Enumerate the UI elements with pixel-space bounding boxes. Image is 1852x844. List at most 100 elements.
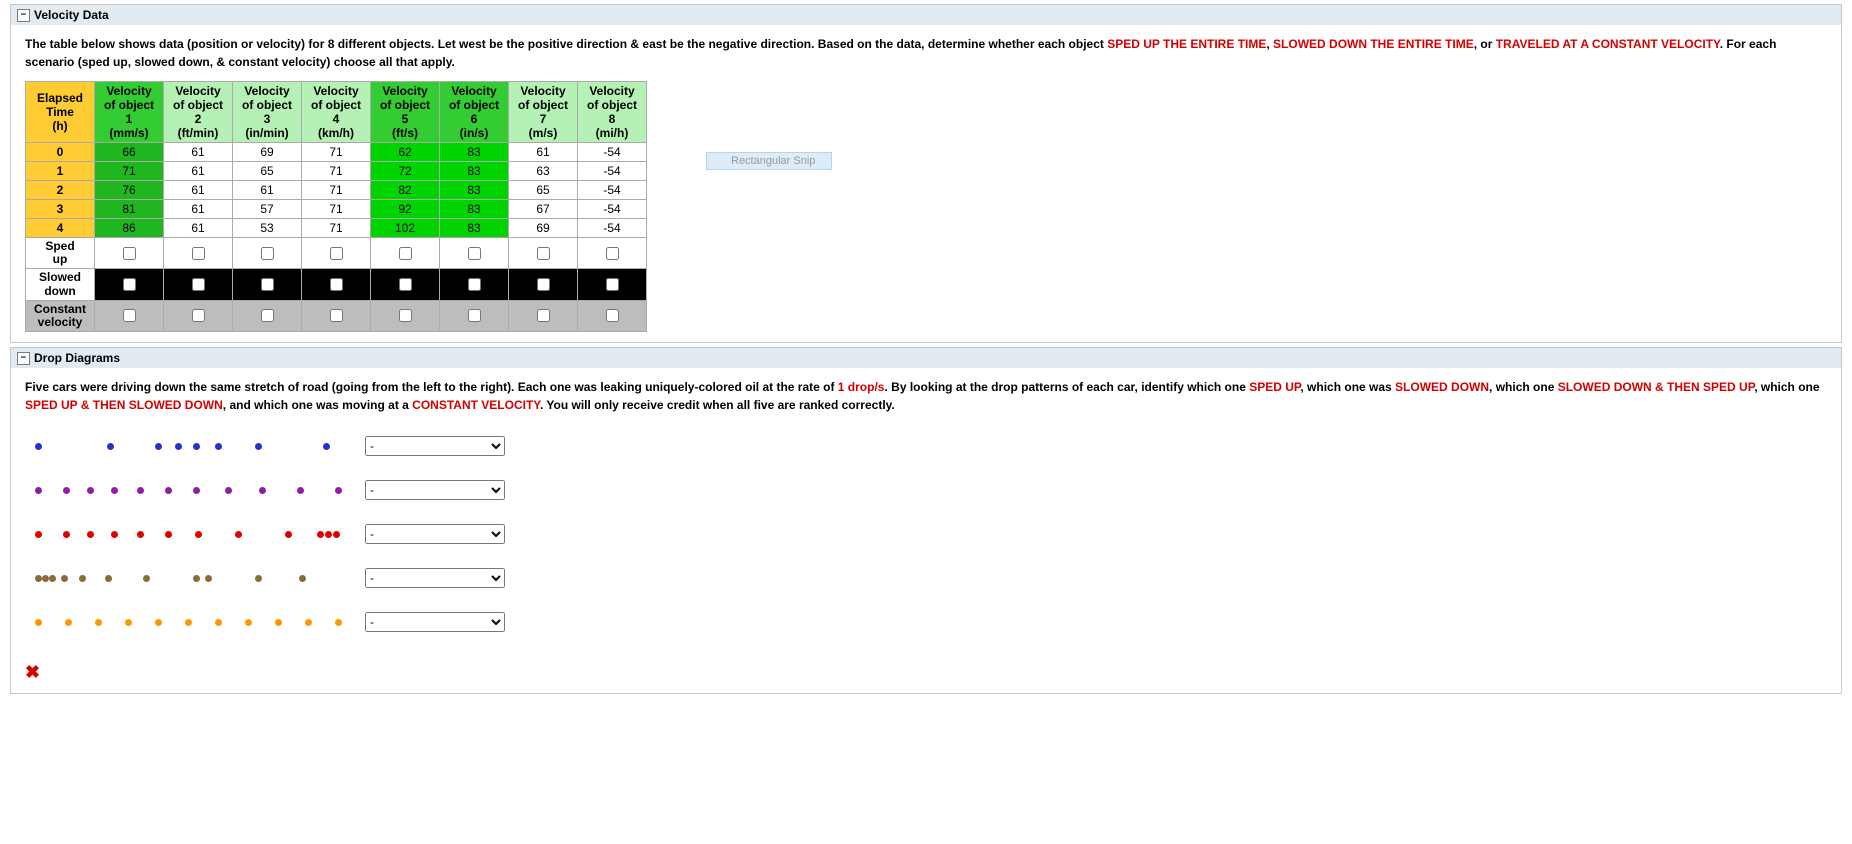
data-cell: 71: [302, 181, 371, 200]
data-cell: 83: [440, 219, 509, 238]
data-cell: 86: [95, 219, 164, 238]
answer-checkbox[interactable]: [330, 278, 343, 291]
oil-drop: [165, 487, 172, 494]
answer-checkbox[interactable]: [123, 278, 136, 291]
answer-checkbox[interactable]: [330, 247, 343, 260]
answer-checkbox[interactable]: [192, 278, 205, 291]
collapse-icon[interactable]: −: [17, 352, 30, 365]
velocity-title: Velocity Data: [34, 8, 109, 22]
answer-checkbox[interactable]: [261, 247, 274, 260]
oil-drop: [65, 619, 72, 626]
oil-drop: [105, 575, 112, 582]
oil-drop: [63, 531, 70, 538]
answer-checkbox[interactable]: [123, 247, 136, 260]
data-cell: 83: [440, 143, 509, 162]
checkbox-cell: [440, 238, 509, 269]
answer-checkbox[interactable]: [468, 309, 481, 322]
oil-drop: [175, 443, 182, 450]
data-cell: -54: [578, 181, 647, 200]
oil-drop: [193, 575, 200, 582]
answer-checkbox[interactable]: [606, 278, 619, 291]
answer-checkbox[interactable]: [468, 247, 481, 260]
data-cell: 57: [233, 200, 302, 219]
data-cell: -54: [578, 162, 647, 181]
data-cell: 61: [164, 143, 233, 162]
drop-row-1: -: [25, 424, 1827, 468]
pattern-select[interactable]: -: [365, 480, 505, 500]
data-cell: 65: [509, 181, 578, 200]
oil-drop: [245, 619, 252, 626]
oil-drop: [95, 619, 102, 626]
checkbox-cell: [95, 269, 164, 300]
oil-drop: [35, 487, 42, 494]
oil-drop: [35, 531, 42, 538]
drop-row-2: -: [25, 468, 1827, 512]
oil-drop: [215, 443, 222, 450]
oil-drop: [111, 531, 118, 538]
answer-checkbox[interactable]: [468, 278, 481, 291]
data-cell: 65: [233, 162, 302, 181]
answer-checkbox[interactable]: [261, 309, 274, 322]
answer-checkbox[interactable]: [123, 309, 136, 322]
pattern-select[interactable]: -: [365, 436, 505, 456]
data-cell: 61: [164, 200, 233, 219]
data-cell: 53: [233, 219, 302, 238]
answer-checkbox[interactable]: [399, 309, 412, 322]
drop-row-4: -: [25, 556, 1827, 600]
oil-drop: [193, 443, 200, 450]
snip-overlay: Rectangular Snip: [706, 152, 832, 170]
oil-drop: [42, 575, 49, 582]
data-cell: 61: [164, 162, 233, 181]
answer-checkbox[interactable]: [192, 309, 205, 322]
oil-drop: [79, 575, 86, 582]
pattern-select[interactable]: -: [365, 612, 505, 632]
oil-drop: [225, 487, 232, 494]
oil-drop: [87, 487, 94, 494]
data-cell: 69: [509, 219, 578, 238]
answer-checkbox[interactable]: [537, 247, 550, 260]
data-cell: 71: [302, 143, 371, 162]
col-header-6: Velocityof object6(in/s): [440, 82, 509, 143]
answer-checkbox[interactable]: [537, 278, 550, 291]
answer-row-label: Spedup: [26, 238, 95, 269]
data-cell: 82: [371, 181, 440, 200]
oil-drop: [35, 619, 42, 626]
answer-checkbox[interactable]: [537, 309, 550, 322]
col-header-3: Velocityof object3(in/min): [233, 82, 302, 143]
drop-pattern: [25, 512, 355, 556]
data-cell: -54: [578, 200, 647, 219]
pattern-select[interactable]: -: [365, 568, 505, 588]
data-cell: 69: [233, 143, 302, 162]
data-cell: 63: [509, 162, 578, 181]
drop-pattern: [25, 600, 355, 644]
checkbox-cell: [164, 238, 233, 269]
col-header-4: Velocityof object4(km/h): [302, 82, 371, 143]
data-cell: 66: [95, 143, 164, 162]
answer-checkbox[interactable]: [606, 247, 619, 260]
answer-checkbox[interactable]: [261, 278, 274, 291]
answer-checkbox[interactable]: [606, 309, 619, 322]
drop-header: − Drop Diagrams: [11, 348, 1841, 368]
collapse-icon[interactable]: −: [17, 9, 30, 22]
time-cell: 0: [26, 143, 95, 162]
checkbox-cell: [233, 300, 302, 331]
velocity-instructions: The table below shows data (position or …: [25, 35, 1827, 71]
oil-drop: [285, 531, 292, 538]
oil-drop: [63, 487, 70, 494]
checkbox-cell: [233, 238, 302, 269]
oil-drop: [335, 619, 342, 626]
answer-checkbox[interactable]: [399, 278, 412, 291]
oil-drop: [297, 487, 304, 494]
data-cell: -54: [578, 219, 647, 238]
checkbox-cell: [164, 300, 233, 331]
pattern-select[interactable]: -: [365, 524, 505, 544]
drop-instructions: Five cars were driving down the same str…: [25, 378, 1827, 414]
drop-section: − Drop Diagrams Five cars were driving d…: [10, 347, 1842, 694]
drop-pattern: [25, 556, 355, 600]
answer-checkbox[interactable]: [399, 247, 412, 260]
oil-drop: [35, 575, 42, 582]
answer-checkbox[interactable]: [330, 309, 343, 322]
oil-drop: [137, 487, 144, 494]
answer-checkbox[interactable]: [192, 247, 205, 260]
oil-drop: [61, 575, 68, 582]
